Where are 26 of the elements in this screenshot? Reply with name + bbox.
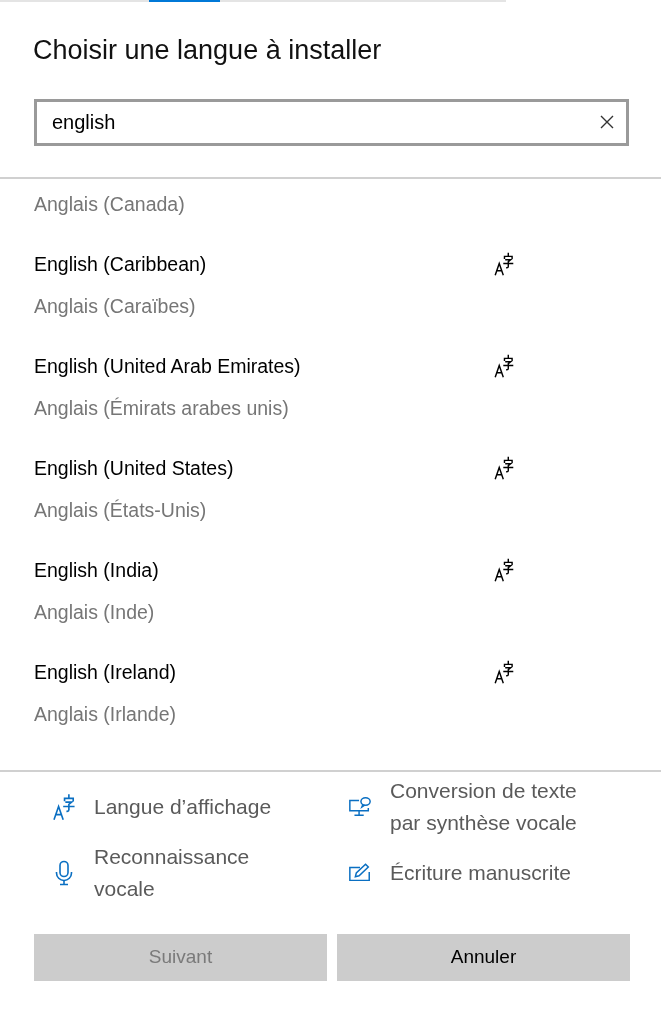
- translate-icon: [52, 794, 76, 820]
- language-name[interactable]: English (India): [34, 554, 159, 586]
- localized-language-name: Anglais (Canada): [34, 192, 185, 217]
- legend-label: Conversion de texte par synthèse vocale: [390, 778, 578, 836]
- translate-icon: [494, 558, 514, 582]
- close-icon: [600, 115, 614, 129]
- localized-language-name: Anglais (Émirats arabes unis): [34, 396, 289, 421]
- legend-label: Reconnaissance vocale: [94, 844, 251, 902]
- language-name[interactable]: English (United Arab Emirates): [34, 350, 301, 382]
- dialog-title: Choisir une langue à installer: [33, 34, 382, 67]
- localized-language-name: Anglais (Caraïbes): [34, 294, 196, 319]
- language-name[interactable]: English (Ireland): [34, 656, 176, 688]
- translate-icon: [494, 660, 514, 684]
- localized-language-name: Anglais (Irlande): [34, 702, 176, 727]
- translate-icon: [494, 456, 514, 480]
- legend-label: Langue d’affichage: [94, 794, 272, 820]
- language-name[interactable]: English (United States): [34, 452, 234, 484]
- clear-search-button[interactable]: [600, 115, 614, 129]
- translate-icon: [494, 252, 514, 276]
- language-name[interactable]: English (Caribbean): [34, 248, 207, 280]
- search-field[interactable]: english: [34, 99, 629, 146]
- cancel-button[interactable]: Annuler: [337, 934, 630, 981]
- localized-language-name: Anglais (États-Unis): [34, 498, 207, 523]
- translate-icon: [494, 354, 514, 378]
- localized-language-name: Anglais (Inde): [34, 600, 155, 625]
- legend-label: Écriture manuscrite: [390, 860, 571, 886]
